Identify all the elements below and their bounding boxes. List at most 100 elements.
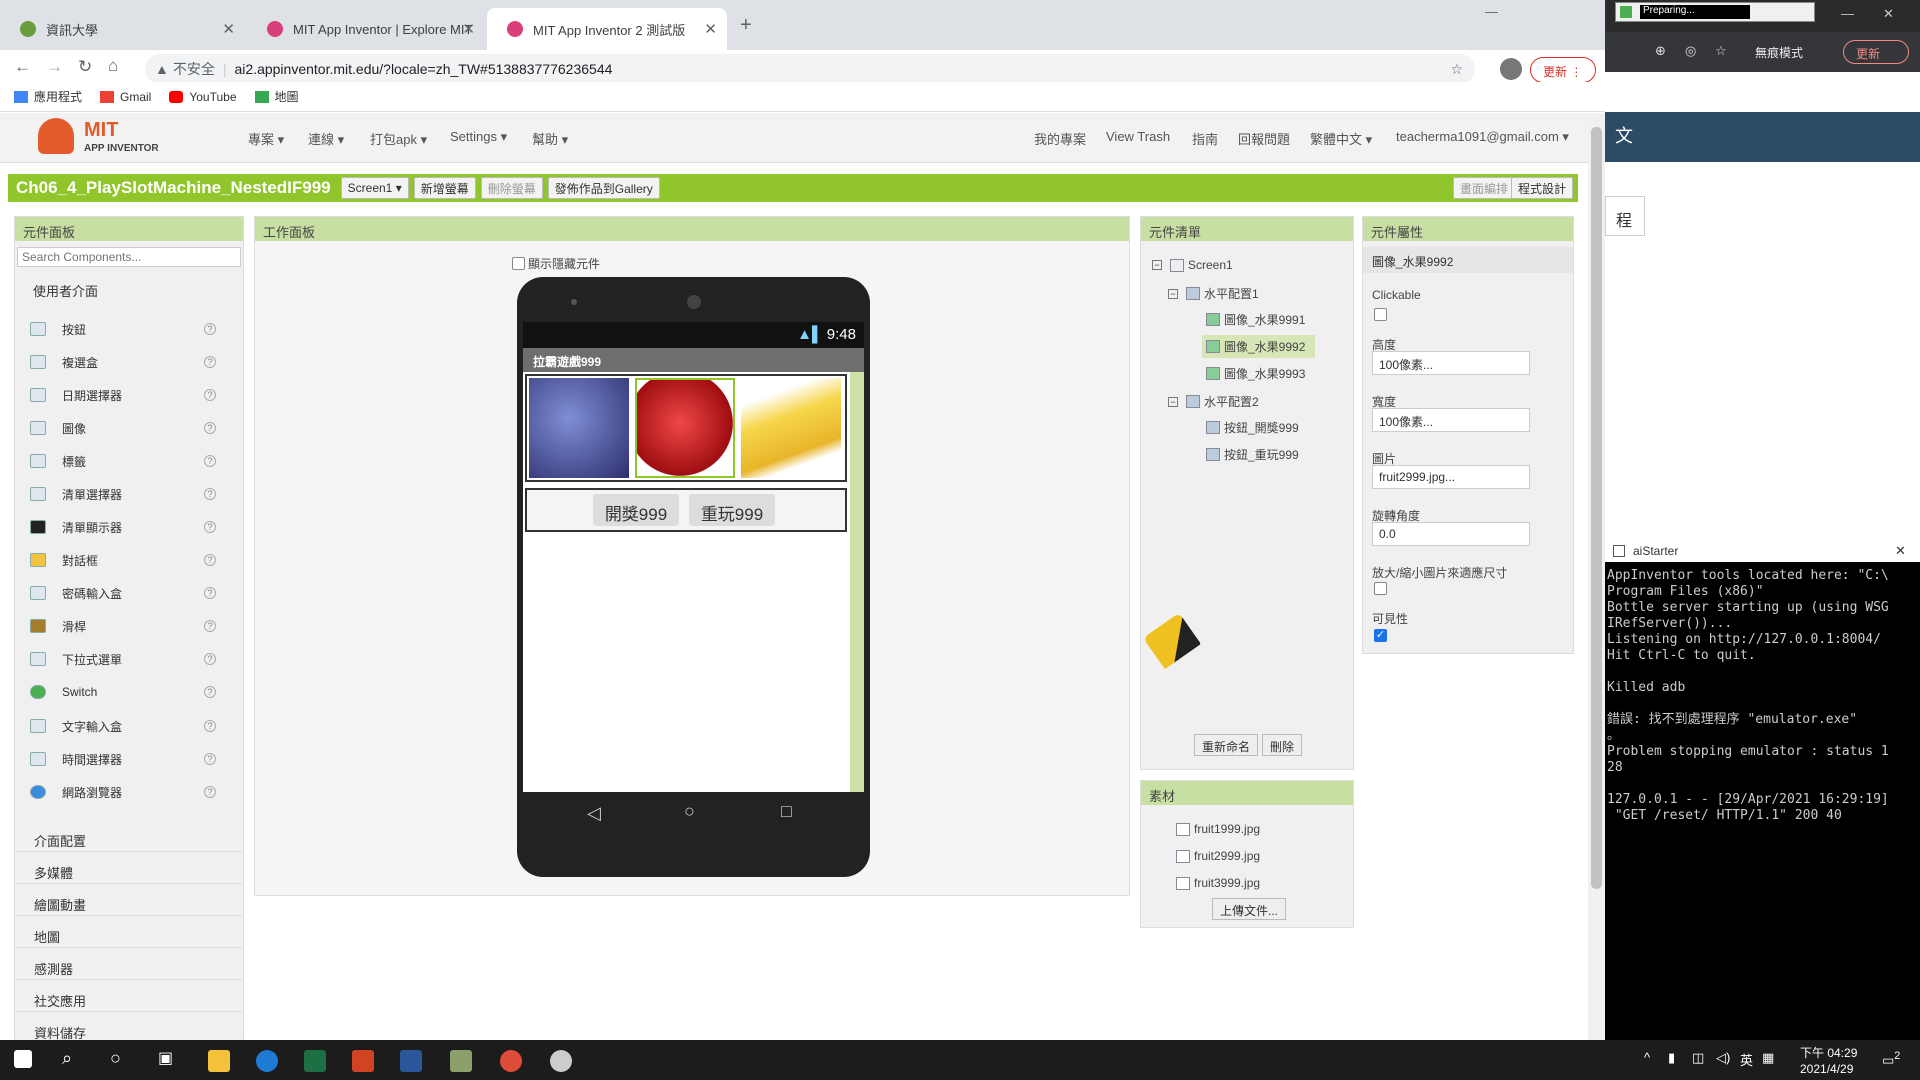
delete-button[interactable]: 刪除 [1262,734,1303,756]
tree-item-image-1[interactable]: 圖像_水果9991 [1206,311,1305,328]
notification-icon[interactable]: ▭2 [1882,1050,1900,1068]
help-icon[interactable]: ? [204,686,216,698]
home-icon[interactable]: ⌂ [108,56,118,76]
media-file-3[interactable]: fruit3999.jpg [1176,876,1260,890]
palette-item-notifier[interactable]: 對話框? [14,545,230,575]
palette-item-label[interactable]: 標籤? [14,446,230,476]
menu-account[interactable]: teacherma1091@gmail.com ▾ [1396,129,1569,145]
reload-icon[interactable]: ↻ [78,57,92,77]
category-sensors[interactable]: 感測器 [16,952,242,980]
ime-indicator[interactable]: 英 [1740,1050,1753,1069]
menu-project[interactable]: 專案 ▾ [248,129,284,148]
help-icon[interactable]: ? [204,620,216,632]
tab-2[interactable]: MIT App Inventor | Explore MIT ✕ [247,8,485,50]
help-icon[interactable]: ? [204,753,216,765]
width-input[interactable]: 100像素... [1372,408,1530,432]
fruit-image-3-banana[interactable] [741,378,841,478]
update-button-dark[interactable]: 更新 [1843,40,1909,64]
close-icon[interactable]: ✕ [462,20,475,38]
cortana-icon[interactable]: ○ [110,1048,121,1069]
powerpoint-icon[interactable] [352,1050,374,1072]
show-hidden-checkbox[interactable] [512,257,525,270]
palette-item-webviewer[interactable]: 網路瀏覽器? [14,777,230,807]
tree-item-button-start[interactable]: 按鈕_開獎999 [1206,419,1299,436]
chevron-up-icon[interactable]: ^ [1644,1050,1650,1065]
file-explorer-icon[interactable] [208,1050,230,1072]
url-text[interactable]: ai2.appinventor.mit.edu/?locale=zh_TW#51… [235,61,613,77]
designer-button[interactable]: 畫面編排 [1452,177,1515,199]
task-view-icon[interactable]: ▣ [158,1048,173,1068]
photos-icon[interactable] [450,1050,472,1072]
help-icon[interactable]: ? [204,554,216,566]
media-file-2[interactable]: fruit2999.jpg [1176,849,1260,863]
add-screen-button[interactable]: 新增螢幕 [413,177,476,199]
search-icon[interactable]: ⌕ [62,1048,72,1069]
rotation-input[interactable]: 0.0 [1372,522,1530,546]
minimize-icon[interactable]: — [1485,4,1498,19]
category-maps[interactable]: 地圖 [16,920,242,948]
tree-item-image-2-selected[interactable]: 圖像_水果9992 [1202,335,1316,358]
bookmark-apps[interactable]: 應用程式 [14,88,82,105]
palette-item-passwordtextbox[interactable]: 密碼輸入盒? [14,578,230,608]
remove-screen-button[interactable]: 刪除螢幕 [480,177,543,199]
tab-3-active[interactable]: MIT App Inventor 2 測試版 ✕ [487,8,727,50]
collapse-icon[interactable]: − [1168,288,1178,299]
tree-item-image-3[interactable]: 圖像_水果9993 [1206,365,1305,382]
collapse-icon[interactable]: − [1152,260,1162,270]
palette-item-slider[interactable]: 滑桿? [14,611,230,641]
page-scrollbar[interactable] [1588,113,1605,1040]
collapse-icon[interactable]: − [1168,396,1178,407]
search-components-input[interactable] [17,247,241,267]
nav-home-icon[interactable]: ○ [684,801,695,822]
nav-recent-icon[interactable]: □ [781,801,792,822]
clock-time[interactable]: 下午 04:29 [1800,1044,1857,1061]
publish-gallery-button[interactable]: 發佈作品到Gallery [547,177,660,199]
chrome-icon[interactable] [500,1050,522,1072]
word-icon[interactable] [400,1050,422,1072]
tree-item-horizontal-2[interactable]: − 水平配置2 [1168,393,1259,410]
help-icon[interactable]: ? [204,323,216,335]
menu-guide[interactable]: 指南 [1192,129,1218,148]
palette-item-image[interactable]: 圖像? [14,413,230,443]
menu-settings[interactable]: Settings ▾ [450,129,507,145]
palette-item-listview[interactable]: 清單顯示器? [14,512,230,542]
close-icon[interactable]: ✕ [222,20,235,38]
menu-build[interactable]: 打包apk ▾ [370,129,427,148]
new-tab-icon[interactable]: + [740,14,752,37]
update-button[interactable]: 更新 ⋮ [1530,57,1596,83]
fruit-image-1-grapes[interactable] [529,378,629,478]
rename-button[interactable]: 重新命名 [1194,734,1259,756]
menu-report[interactable]: 回報問題 [1238,129,1290,148]
picture-input[interactable]: fruit2999.jpg... [1372,465,1530,489]
upload-file-button[interactable]: 上傳文件... [1212,898,1287,920]
help-icon[interactable]: ? [204,521,216,533]
nav-back-icon[interactable]: ◁ [587,803,601,824]
help-icon[interactable]: ? [204,455,216,467]
palette-item-listpicker[interactable]: 清單選擇器? [14,479,230,509]
media-file-1[interactable]: fruit1999.jpg [1176,822,1260,836]
tree-item-button-replay[interactable]: 按鈕_重玩999 [1206,446,1299,463]
help-icon[interactable]: ? [204,389,216,401]
zoom-icon[interactable]: ⊕ [1655,43,1666,59]
help-icon[interactable]: ? [204,488,216,500]
horizontal-arrangement-1[interactable] [525,374,847,482]
clock-date[interactable]: 2021/4/29 [1800,1062,1853,1076]
menu-connect[interactable]: 連線 ▾ [308,129,344,148]
start-button[interactable]: 開獎999 [593,494,679,526]
scrollbar-thumb[interactable] [1591,127,1602,889]
avatar[interactable] [1500,58,1522,80]
clickable-checkbox[interactable] [1374,308,1387,321]
scale-picture-checkbox[interactable] [1374,582,1387,595]
windows-start-icon[interactable] [14,1050,32,1068]
fruit-image-2-apple[interactable] [635,378,735,478]
tab-1[interactable]: 資訊大學 ✕ [0,8,245,50]
help-icon[interactable]: ? [204,720,216,732]
horizontal-arrangement-2[interactable]: 開獎999 重玩999 [525,488,847,532]
star-icon[interactable]: ☆ [1450,61,1463,78]
help-icon[interactable]: ? [204,653,216,665]
help-icon[interactable]: ? [204,786,216,798]
bookmark-gmail[interactable]: Gmail [100,90,151,104]
network-icon[interactable]: ◫ [1692,1050,1704,1066]
screen-select[interactable]: Screen1 ▾ [340,177,409,199]
menu-language[interactable]: 繁體中文 ▾ [1310,129,1372,148]
